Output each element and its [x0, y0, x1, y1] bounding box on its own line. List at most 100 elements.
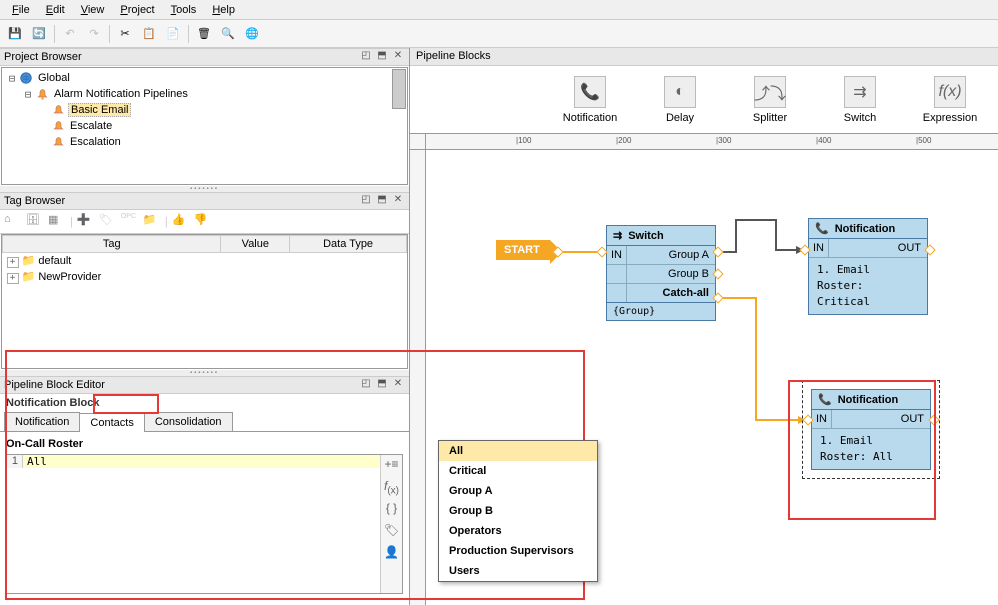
- tree-node-pipelines[interactable]: ⊟ Alarm Notification Pipelines: [6, 86, 403, 102]
- grid-icon[interactable]: ▦: [48, 213, 66, 231]
- menu-file[interactable]: FFileile: [4, 2, 38, 18]
- panel-pin-icon[interactable]: ⬒: [375, 194, 389, 208]
- project-browser-header: Project Browser ◰ ⬒ ✕: [0, 48, 409, 66]
- tag-icon[interactable]: 🏷: [99, 213, 117, 231]
- col-datatype[interactable]: Data Type: [290, 236, 407, 253]
- user-icon[interactable]: 👤: [383, 545, 401, 561]
- bell-icon: [50, 135, 66, 149]
- home-icon[interactable]: ⌂: [4, 213, 22, 231]
- panel-float-icon[interactable]: ◰: [359, 50, 373, 64]
- phone-icon: 📞: [818, 393, 832, 406]
- panel-pin-icon[interactable]: ⬒: [375, 378, 389, 392]
- tab-consolidation[interactable]: Consolidation: [144, 412, 233, 431]
- save-icon[interactable]: 💾: [4, 23, 26, 45]
- menu-project[interactable]: Project: [112, 2, 162, 18]
- tab-notification[interactable]: Notification: [4, 412, 80, 431]
- start-block[interactable]: START: [496, 240, 550, 260]
- dropdown-item-supervisors[interactable]: Production Supervisors: [439, 541, 597, 561]
- copy-icon[interactable]: 📋: [138, 23, 160, 45]
- col-value[interactable]: Value: [221, 236, 290, 253]
- roster-row[interactable]: 1 All: [7, 455, 380, 468]
- notification-node-critical[interactable]: 📞 Notification INOUT 1. Email Roster: Cr…: [808, 218, 928, 315]
- switch-icon: ⇉: [844, 76, 876, 108]
- delay-icon: ◐: [664, 76, 696, 108]
- panel-pin-icon[interactable]: ⬒: [375, 50, 389, 64]
- switch-node[interactable]: ⇉ Switch INGroup A Group B Catch-all {Gr…: [606, 225, 716, 321]
- paste-icon[interactable]: 📄: [162, 23, 184, 45]
- menu-help[interactable]: Help: [204, 2, 243, 18]
- bell-icon: [34, 87, 50, 101]
- main-toolbar: 💾 🔄 ↶ ↷ ✂ 📋 📄 🗑 🔍 🌐: [0, 20, 998, 48]
- braces-icon[interactable]: { }: [383, 501, 401, 517]
- panel-float-icon[interactable]: ◰: [359, 378, 373, 392]
- blocks-palette: 📞 Notification ◐ Delay ⤴⤵ Splitter ⇉ Swi…: [410, 66, 998, 134]
- db-icon[interactable]: 🗄: [26, 213, 44, 231]
- panel-close-icon[interactable]: ✕: [391, 50, 405, 64]
- roster-value[interactable]: All: [23, 455, 380, 468]
- ruler-horizontal: |100 |200 |300 |400 |500: [426, 134, 998, 150]
- search-icon[interactable]: 🔍: [217, 23, 239, 45]
- refresh-icon[interactable]: 🔄: [28, 23, 50, 45]
- opc-icon[interactable]: OPC: [121, 213, 139, 231]
- palette-splitter[interactable]: ⤴⤵ Splitter: [740, 76, 800, 124]
- scrollbar-thumb[interactable]: [392, 69, 406, 109]
- row-number: 1: [7, 455, 23, 468]
- block-editor: Notification Block Notification Contacts…: [0, 394, 409, 605]
- palette-expression[interactable]: f(x) Expression: [920, 76, 980, 124]
- menu-bar: FFileile Edit View Project Tools Help: [0, 0, 998, 20]
- folder-icon[interactable]: 📁: [143, 213, 161, 231]
- menu-view[interactable]: View: [73, 2, 113, 18]
- panel-float-icon[interactable]: ◰: [359, 194, 373, 208]
- dropdown-item-operators[interactable]: Operators: [439, 521, 597, 541]
- project-browser-title: Project Browser: [4, 51, 357, 63]
- switch-icon: ⇉: [613, 229, 622, 242]
- thumbs-down-icon[interactable]: 👎: [194, 213, 212, 231]
- expression-icon: f(x): [934, 76, 966, 108]
- delete-icon[interactable]: 🗑: [193, 23, 215, 45]
- add-row-icon[interactable]: +≡: [383, 457, 401, 473]
- redo-icon[interactable]: ↷: [83, 23, 105, 45]
- dropdown-item-groupb[interactable]: Group B: [439, 501, 597, 521]
- palette-notification[interactable]: 📞 Notification: [560, 76, 620, 124]
- tree-node-escalate[interactable]: Escalate: [6, 118, 403, 134]
- notification-node-all[interactable]: 📞 Notification INOUT 1. Email Roster: Al…: [811, 389, 931, 470]
- tree-node-escalation[interactable]: Escalation: [6, 134, 403, 150]
- panel-close-icon[interactable]: ✕: [391, 194, 405, 208]
- dropdown-item-critical[interactable]: Critical: [439, 461, 597, 481]
- bell-icon: [50, 119, 66, 133]
- tag-browser: ⌂ 🗄 ▦ | ➕ 🏷 OPC 📁 | 👍 👎 Tag Value Data T…: [0, 210, 409, 370]
- globe-icon[interactable]: 🌐: [241, 23, 263, 45]
- menu-tools[interactable]: Tools: [163, 2, 205, 18]
- col-tag[interactable]: Tag: [3, 236, 221, 253]
- tag-row[interactable]: + 📁 default: [3, 253, 407, 270]
- block-editor-title: Pipeline Block Editor: [4, 379, 357, 391]
- palette-switch[interactable]: ⇉ Switch: [830, 76, 890, 124]
- roster-dropdown: All Critical Group A Group B Operators P…: [438, 440, 598, 582]
- add-icon[interactable]: ➕: [77, 213, 95, 231]
- cut-icon[interactable]: ✂: [114, 23, 136, 45]
- editor-subtitle: Notification Block: [0, 394, 409, 412]
- tag-row[interactable]: + 📁 NewProvider: [3, 269, 407, 285]
- folder-icon: 📁: [22, 255, 36, 267]
- menu-edit[interactable]: Edit: [38, 2, 73, 18]
- dropdown-item-groupa[interactable]: Group A: [439, 481, 597, 501]
- tree-node-global[interactable]: ⊟ Global: [6, 70, 403, 86]
- block-editor-header: Pipeline Block Editor ◰ ⬒ ✕: [0, 376, 409, 394]
- tag-icon[interactable]: 🏷: [383, 523, 401, 539]
- roster-label: On-Call Roster: [6, 438, 403, 450]
- dropdown-item-users[interactable]: Users: [439, 561, 597, 581]
- fx-icon[interactable]: f(x): [383, 479, 401, 495]
- roster-list: 1 All +≡ f(x) { } 🏷 👤: [6, 454, 403, 594]
- folder-icon: 📁: [22, 271, 36, 283]
- thumbs-up-icon[interactable]: 👍: [172, 213, 190, 231]
- tab-contacts[interactable]: Contacts: [79, 413, 144, 432]
- editor-tabs: Notification Contacts Consolidation: [0, 412, 409, 432]
- splitter-icon: ⤴⤵: [754, 76, 786, 108]
- tree-node-basic-email[interactable]: Basic Email: [6, 102, 403, 118]
- dropdown-item-all[interactable]: All: [439, 441, 597, 461]
- panel-close-icon[interactable]: ✕: [391, 378, 405, 392]
- palette-delay[interactable]: ◐ Delay: [650, 76, 710, 124]
- undo-icon[interactable]: ↶: [59, 23, 81, 45]
- roster-side-toolbar: +≡ f(x) { } 🏷 👤: [380, 455, 402, 593]
- phone-icon: 📞: [815, 222, 829, 235]
